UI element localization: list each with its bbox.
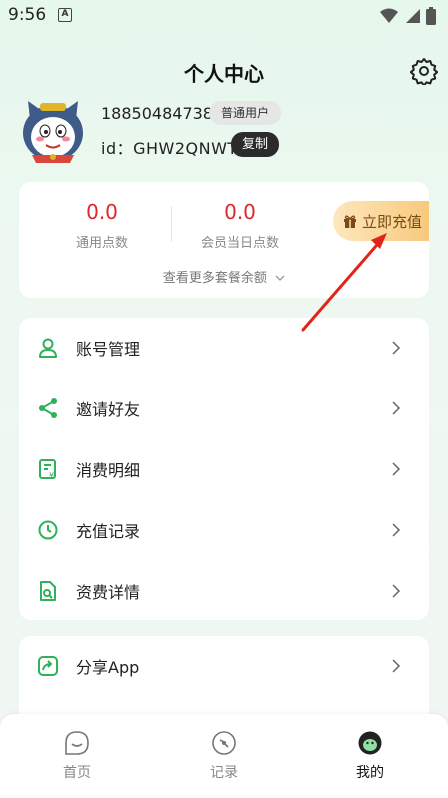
- copy-id-button[interactable]: 复制: [231, 132, 280, 157]
- chevron-right-icon: [392, 462, 401, 476]
- chevron-right-icon: [392, 401, 401, 415]
- smile-bubble-icon: [65, 731, 89, 755]
- menu-item-share-app[interactable]: 分享App: [19, 636, 429, 696]
- share-card: 分享App: [19, 636, 429, 726]
- status-icons: [380, 7, 436, 25]
- menu-item-consumption[interactable]: ¥ 消费明细: [19, 439, 429, 499]
- gear-icon[interactable]: [410, 57, 438, 85]
- record-icon: [212, 731, 236, 755]
- menu-item-label: 充值记录: [76, 522, 141, 541]
- tab-records[interactable]: 记录: [184, 730, 264, 782]
- gift-icon: [344, 215, 356, 228]
- notification-icon: A: [58, 8, 72, 22]
- menu-item-label: 资费详情: [76, 583, 141, 602]
- daily-points-label: 会员当日点数: [200, 236, 279, 251]
- user-icon: [39, 338, 57, 358]
- svg-text:¥: ¥: [49, 471, 54, 480]
- receipt-icon: ¥: [39, 459, 56, 480]
- divider: [171, 206, 172, 242]
- chevron-right-icon: [392, 584, 401, 598]
- menu-item-label: 账号管理: [76, 340, 141, 359]
- tab-label: 我的: [356, 765, 384, 781]
- tab-home[interactable]: 首页: [37, 730, 117, 782]
- clock-icon: [38, 520, 58, 540]
- daily-points-value: 0.0: [224, 200, 256, 224]
- daily-points: 0.0 会员当日点数: [180, 200, 300, 251]
- menu-item-label: 分享App: [76, 658, 140, 677]
- tab-label: 记录: [210, 765, 238, 781]
- chevron-right-icon: [392, 523, 401, 537]
- menu-item-label: 邀请好友: [76, 400, 141, 419]
- recharge-label: 立即充值: [362, 212, 423, 231]
- chevron-right-icon: [392, 659, 401, 673]
- tab-mine[interactable]: 我的: [330, 730, 410, 782]
- user-id: id：GHW2QNWT: [101, 139, 238, 158]
- menu-item-account[interactable]: 账号管理: [19, 318, 429, 378]
- doc-search-icon: [40, 581, 56, 601]
- wifi-icon: [380, 8, 398, 23]
- menu-item-pricing[interactable]: 资费详情: [19, 561, 429, 621]
- more-packages-link[interactable]: 查看更多套餐余额: [19, 267, 429, 286]
- signal-icon: [406, 9, 420, 23]
- chevron-down-icon: [275, 275, 285, 281]
- membership-badge: 普通用户: [209, 101, 282, 125]
- general-points: 0.0 通用点数: [42, 200, 162, 251]
- general-points-label: 通用点数: [75, 236, 128, 251]
- profile-face-icon: [358, 731, 382, 755]
- share-nodes-icon: [39, 398, 57, 418]
- more-packages-label: 查看更多套餐余额: [162, 271, 267, 286]
- avatar[interactable]: [18, 97, 88, 163]
- general-points-value: 0.0: [86, 200, 118, 224]
- tab-label: 首页: [63, 765, 91, 781]
- menu-item-invite[interactable]: 邀请好友: [19, 378, 429, 438]
- menu-card: 账号管理 邀请好友 ¥ 消费明细 充值记录 资费详情: [19, 318, 429, 620]
- recharge-button[interactable]: 立即充值: [333, 201, 429, 241]
- user-phone: 18850484738: [101, 104, 213, 123]
- status-time: 9:56: [8, 5, 47, 25]
- menu-item-label: 消费明细: [76, 461, 141, 480]
- status-bar: 9:56 A: [0, 0, 448, 32]
- bottom-tab-bar: 首页 记录 我的: [0, 714, 448, 798]
- page-title: 个人中心: [184, 62, 264, 86]
- menu-item-recharge-history[interactable]: 充值记录: [19, 500, 429, 560]
- chevron-right-icon: [392, 341, 401, 355]
- share-arrow-icon: [38, 656, 58, 676]
- battery-icon: [426, 7, 436, 25]
